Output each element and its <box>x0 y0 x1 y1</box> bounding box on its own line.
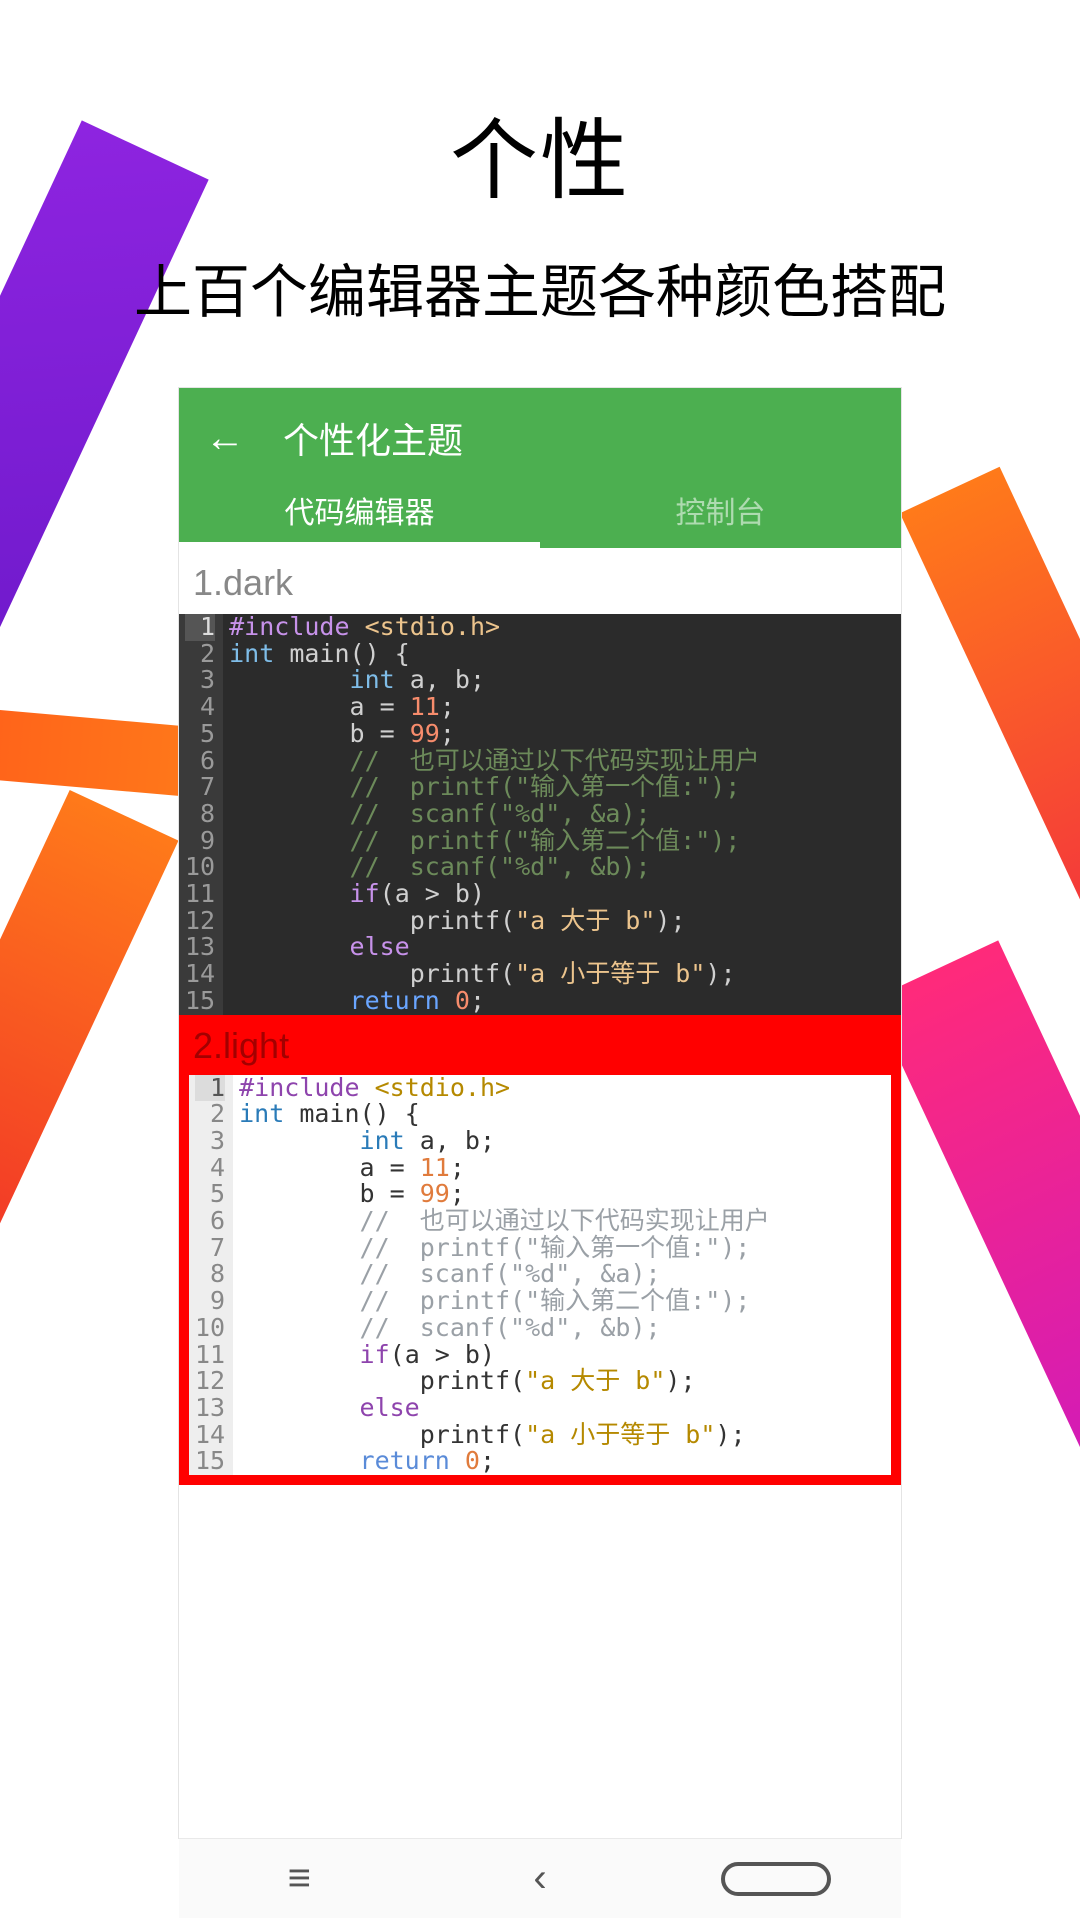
tab-bar: 代码编辑器 控制台 <box>179 488 901 548</box>
theme-preview-light[interactable]: 123456789101112131415 #include <stdio.h>… <box>189 1075 891 1476</box>
app-bar: ← 个性化主题 代码编辑器 控制台 <box>179 388 901 548</box>
android-nav-bar: ≡ ‹ <box>179 1838 901 1918</box>
tab-console[interactable]: 控制台 <box>540 488 901 548</box>
nav-home-icon[interactable] <box>721 1862 841 1896</box>
page-title: 个性 <box>0 90 1080 217</box>
appbar-title: 个性化主题 <box>283 412 463 464</box>
nav-menu-icon[interactable]: ≡ <box>239 1856 359 1901</box>
theme-label-light[interactable]: 2.light <box>179 1015 901 1075</box>
page-subtitle: 上百个编辑器主题各种颜色搭配 <box>0 245 1080 329</box>
decoration-bar <box>0 790 178 1330</box>
theme-preview-dark[interactable]: 123456789101112131415 #include <stdio.h>… <box>179 614 901 1015</box>
theme-label-dark[interactable]: 1.dark <box>179 548 901 614</box>
back-icon[interactable]: ← <box>205 418 245 458</box>
tab-code-editor[interactable]: 代码编辑器 <box>179 488 540 548</box>
decoration-bar <box>871 940 1080 1579</box>
nav-back-icon[interactable]: ‹ <box>480 1856 600 1901</box>
phone-frame: ← 个性化主题 代码编辑器 控制台 1.dark 123456789101112… <box>179 388 901 1838</box>
